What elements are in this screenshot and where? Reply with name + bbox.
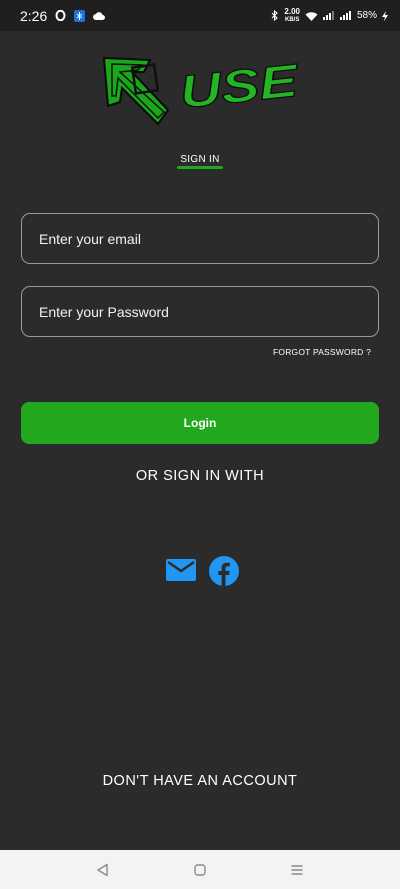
home-button[interactable] bbox=[185, 855, 215, 885]
recents-icon bbox=[291, 864, 303, 875]
mail-signin-button[interactable] bbox=[165, 555, 197, 587]
email-field[interactable] bbox=[21, 213, 379, 264]
password-field[interactable] bbox=[21, 286, 379, 337]
net-speed: 2.00 KB/S bbox=[284, 6, 300, 24]
tab-active-indicator bbox=[177, 166, 223, 169]
forgot-password-link[interactable]: FORGOT PASSWORD ? bbox=[273, 347, 371, 357]
logo-text: USE bbox=[177, 54, 301, 118]
sign-up-link[interactable]: DON'T HAVE AN ACCOUNT bbox=[0, 773, 400, 789]
facebook-icon bbox=[209, 556, 239, 586]
net-speed-unit: KB/S bbox=[285, 16, 300, 23]
bluetooth-icon bbox=[271, 10, 279, 21]
cloud-icon bbox=[93, 11, 106, 20]
recents-button[interactable] bbox=[282, 855, 312, 885]
opera-icon bbox=[55, 10, 66, 21]
app-logo: USE bbox=[98, 50, 308, 132]
app-notification-icon bbox=[74, 9, 86, 22]
status-time: 2:26 bbox=[20, 7, 48, 24]
system-nav-bar bbox=[0, 850, 400, 889]
battery-percent: 58% bbox=[356, 10, 377, 21]
facebook-signin-button[interactable] bbox=[208, 555, 240, 587]
signal-icon bbox=[339, 11, 352, 20]
wifi-icon bbox=[305, 11, 318, 21]
tab-sign-in[interactable]: SIGN IN bbox=[0, 154, 400, 165]
back-button[interactable] bbox=[88, 855, 118, 885]
battery-charging-icon bbox=[382, 10, 388, 21]
back-icon bbox=[97, 863, 109, 876]
signal-icon bbox=[322, 11, 335, 20]
net-speed-value: 2.00 bbox=[284, 6, 300, 16]
arrow-logo-icon bbox=[102, 56, 170, 126]
home-icon bbox=[194, 863, 206, 876]
login-button[interactable]: Login bbox=[21, 402, 379, 444]
mail-icon bbox=[166, 559, 196, 581]
or-sign-in-with-heading: OR SIGN IN WITH bbox=[135, 468, 265, 484]
status-bar: 2:26 2.00 KB/S 58% bbox=[0, 0, 400, 31]
